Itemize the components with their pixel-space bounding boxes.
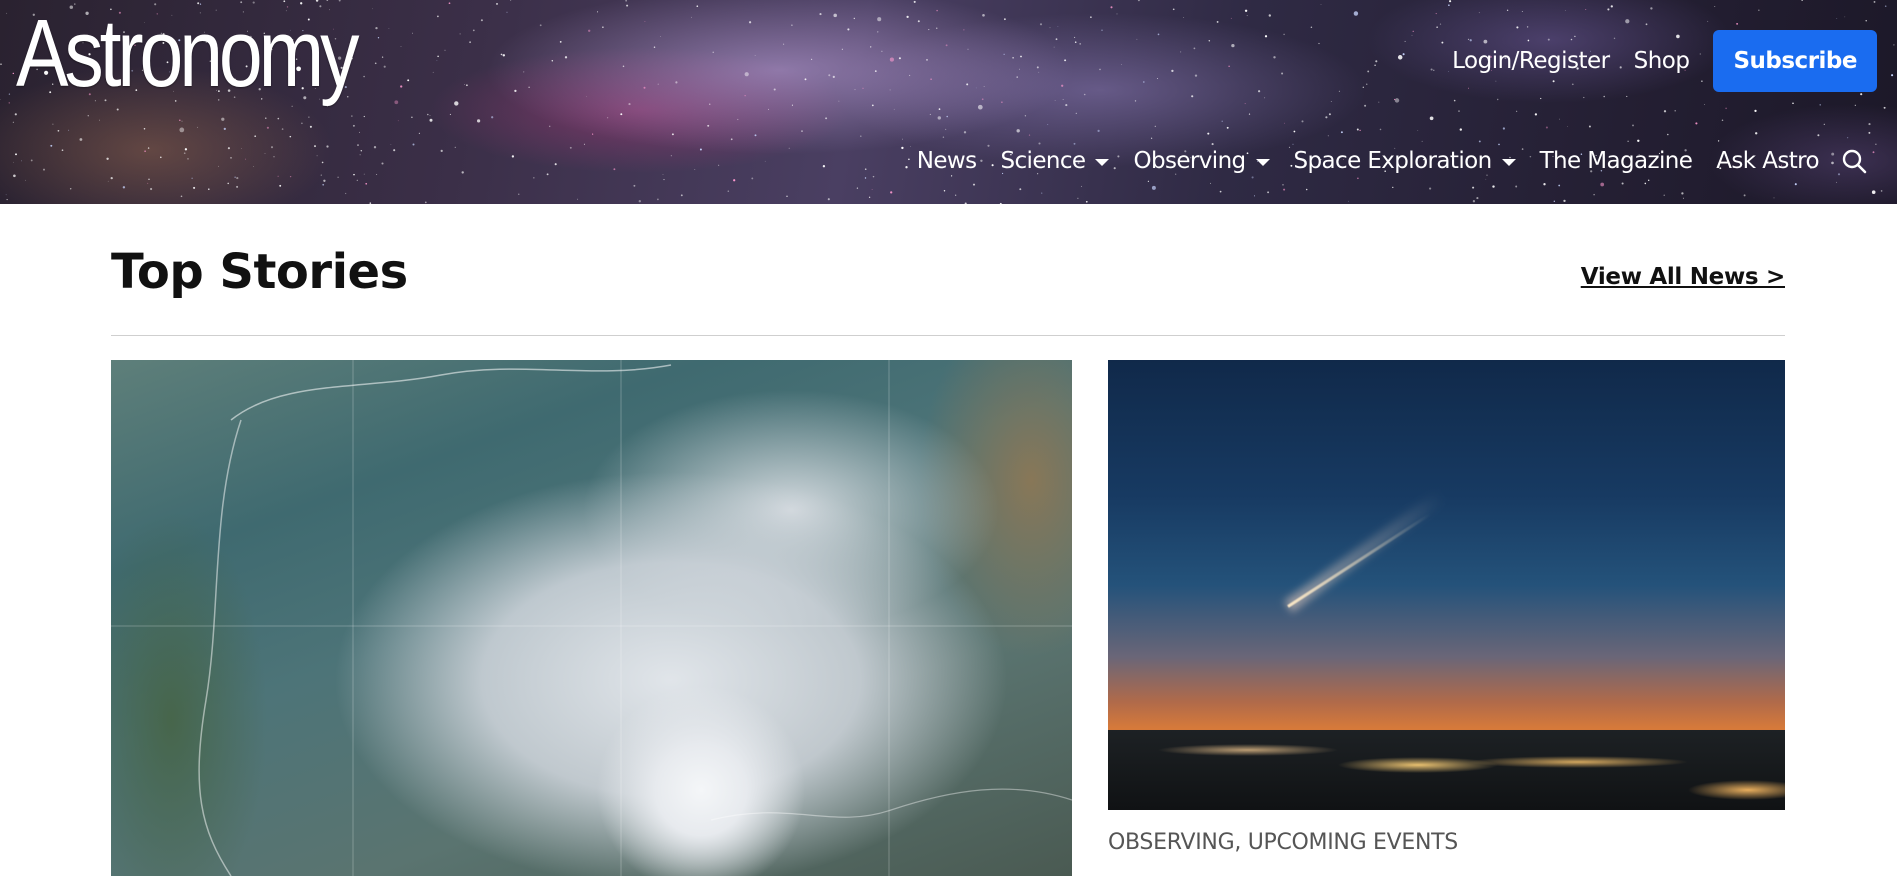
nav-item-label: Observing [1133,148,1246,174]
shop-link[interactable]: Shop [1634,48,1690,74]
login-register-link[interactable]: Login/Register [1452,48,1610,74]
nav-item-news[interactable]: News [917,148,977,174]
hero-story-image[interactable] [111,360,1072,876]
utility-links: Login/Register Shop Subscribe [1452,30,1877,92]
side-story-category[interactable]: OBSERVING, UPCOMING EVENTS [1108,830,1458,855]
nav-item-the-magazine[interactable]: The Magazine [1540,148,1693,174]
nav-item-observing[interactable]: Observing [1133,148,1270,174]
view-all-news-link[interactable]: View All News > [1581,264,1786,290]
comet-streak [1287,512,1432,608]
caret-down-icon [1095,158,1110,166]
nav-item-label: Space Exploration [1293,148,1493,174]
nav-item-science[interactable]: Science [1001,148,1110,174]
side-story-image[interactable] [1108,360,1785,810]
section-divider [111,335,1785,336]
nav-item-label: News [916,148,977,174]
site-header: Astronomy Login/Register Shop Subscribe … [0,0,1897,204]
subscribe-button[interactable]: Subscribe [1713,30,1877,92]
section-title: Top Stories [111,244,408,300]
nav-item-space-exploration[interactable]: Space Exploration [1294,148,1516,174]
caret-down-icon [1255,158,1270,166]
city-lights [1108,730,1785,810]
site-logo[interactable]: Astronomy [16,2,359,106]
main-nav: News Science Observing Space Exploration… [917,148,1867,174]
caret-down-icon [1501,158,1516,166]
nav-item-ask-astro[interactable]: Ask Astro [1716,148,1819,174]
nav-item-label: The Magazine [1539,148,1693,174]
search-icon[interactable] [1841,148,1867,174]
nav-item-label: Science [1000,148,1087,174]
nav-item-label: Ask Astro [1716,148,1819,174]
satellite-grid-lines [111,360,1072,876]
